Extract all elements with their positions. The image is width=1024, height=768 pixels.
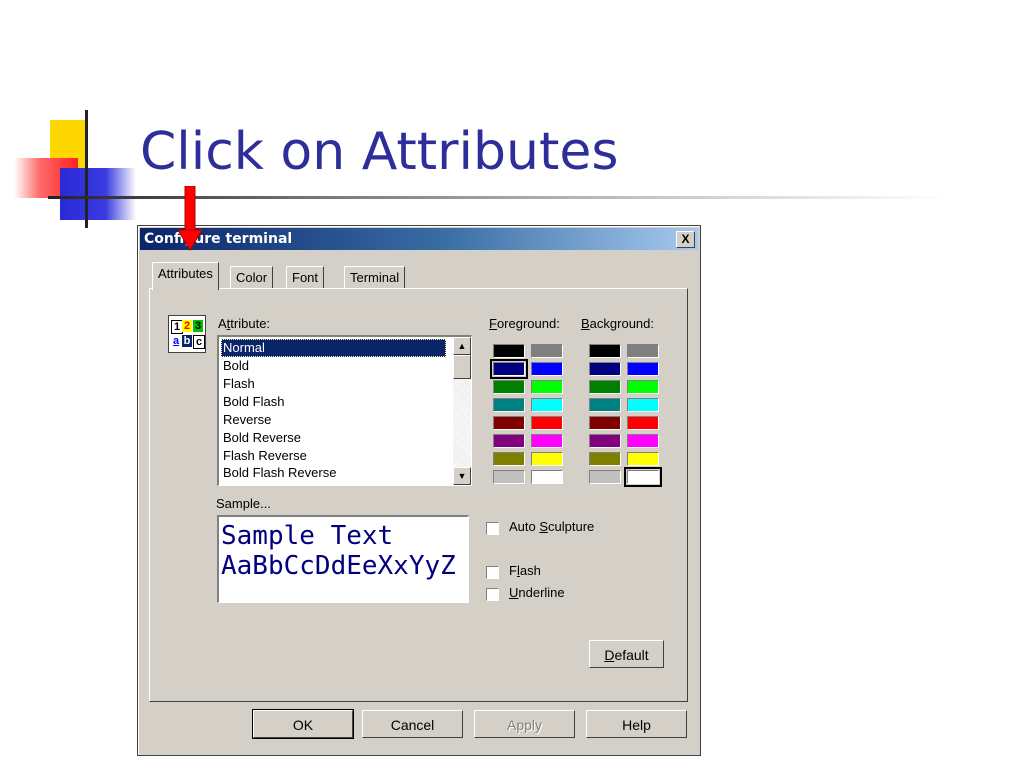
tab-attributes[interactable]: Attributes: [152, 262, 219, 290]
cancel-button[interactable]: Cancel: [362, 710, 463, 738]
help-button[interactable]: Help: [586, 710, 687, 738]
slide-title: Click on Attributes: [140, 122, 619, 182]
tab-font[interactable]: Font: [286, 266, 325, 289]
tab-color[interactable]: Color: [230, 266, 274, 289]
apply-button[interactable]: Apply: [474, 710, 575, 738]
red-arrow-pointer-icon: [177, 186, 203, 251]
close-button[interactable]: X: [676, 231, 695, 248]
dialog-title: Configure terminal: [144, 231, 293, 247]
tab-panel: [149, 288, 688, 702]
decor-blue-square: [60, 168, 136, 220]
tab-terminal[interactable]: Terminal: [344, 266, 406, 289]
configure-terminal-dialog: Configure terminal X Attributes Color Fo…: [137, 225, 701, 756]
dialog-titlebar[interactable]: Configure terminal X: [140, 228, 698, 250]
ok-button[interactable]: OK: [252, 709, 354, 739]
decor-vertical-line: [85, 110, 88, 228]
